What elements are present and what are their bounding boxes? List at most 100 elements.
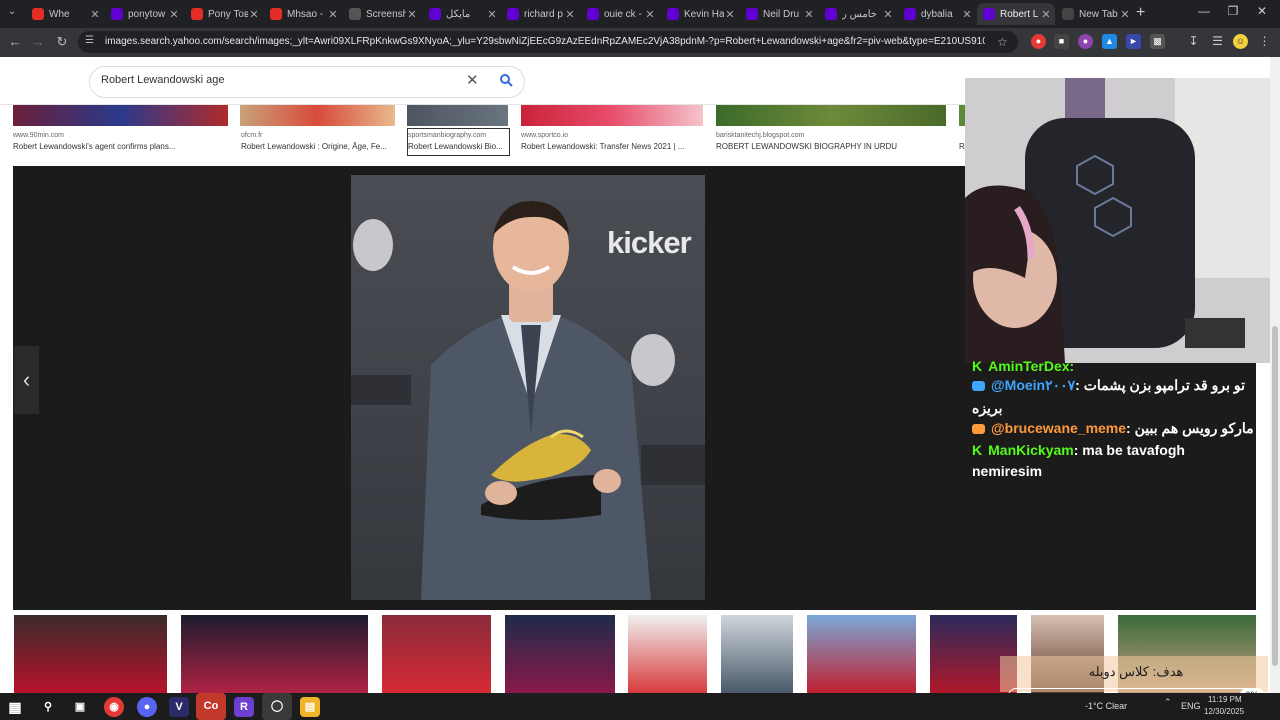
result-thumbnail[interactable] — [13, 105, 228, 126]
result-source[interactable]: sportsmanbiography.com — [408, 132, 486, 139]
taskbar-app-co-icon[interactable]: Co — [196, 693, 226, 720]
taskbar-app-r-icon[interactable]: R — [234, 697, 254, 717]
stream-goal-text: هدف: کلاس دوبله — [1088, 664, 1184, 679]
close-tab-icon[interactable]: ✕ — [248, 8, 260, 21]
taskbar-discord-icon[interactable]: ● — [137, 697, 157, 717]
result-thumbnail[interactable] — [407, 105, 508, 126]
clear-search-icon[interactable]: ✕ — [466, 71, 479, 89]
taskbar-app-red-icon[interactable]: ◉ — [104, 697, 124, 717]
site-info-icon[interactable]: ☰ — [85, 35, 97, 47]
forward-icon[interactable]: → — [30, 34, 46, 50]
related-image-thumbnail[interactable] — [382, 615, 491, 693]
reload-icon[interactable]: ↻ — [54, 34, 70, 50]
bookmark-star-icon[interactable]: ☆ — [997, 35, 1008, 49]
yahoo-icon — [111, 8, 123, 20]
start-windows-icon[interactable]: ▦ — [5, 697, 25, 717]
close-tab-icon[interactable]: ✕ — [882, 8, 894, 21]
related-image-thumbnail[interactable] — [14, 615, 167, 693]
yahoo-icon — [983, 8, 995, 20]
previous-image-button[interactable]: ‹ — [14, 346, 39, 414]
close-tab-icon[interactable]: ✕ — [486, 8, 498, 21]
close-tab-icon[interactable]: ✕ — [327, 8, 339, 21]
download-icon[interactable]: ↧ — [1186, 34, 1201, 49]
close-tab-icon[interactable]: ✕ — [1119, 8, 1131, 21]
input-language[interactable]: ENG — [1181, 701, 1201, 711]
close-tab-icon[interactable]: ✕ — [644, 8, 656, 21]
close-tab-icon[interactable]: ✕ — [803, 8, 815, 21]
media-icon[interactable]: ☰ — [1210, 34, 1225, 49]
result-caption[interactable]: ROBERT LEWANDOWSKI BIOGRAPHY IN URDU — [716, 142, 946, 151]
related-image-thumbnail[interactable] — [181, 615, 368, 693]
weather-widget[interactable]: -1°C Clear — [1085, 701, 1127, 711]
close-tab-icon[interactable]: ✕ — [89, 8, 101, 21]
close-tab-icon[interactable]: ✕ — [724, 8, 736, 21]
extension-blue-icon[interactable]: ▲ — [1102, 34, 1117, 49]
tab-label: New Tab — [1079, 8, 1118, 20]
close-tab-icon[interactable]: ✕ — [168, 8, 180, 21]
search-input[interactable]: Robert Lewandowski age — [101, 74, 225, 86]
close-window-icon[interactable]: ✕ — [1252, 4, 1272, 18]
taskbar-search-icon[interactable]: ⚲ — [38, 697, 58, 717]
chat-text: : مارکو رویس هم ببین — [1126, 420, 1254, 436]
extensions-puzzle-icon[interactable]: ▩ — [1150, 34, 1165, 49]
close-tab-icon[interactable]: ✕ — [961, 8, 973, 21]
result-caption[interactable]: Robert Lewandowski Bio... — [408, 142, 508, 151]
related-image-thumbnail[interactable] — [628, 615, 707, 693]
tab-item[interactable]: خامس ر ✕ — [819, 3, 897, 25]
browser-menu-icon[interactable]: ⋮ — [1257, 34, 1272, 49]
tab-item[interactable]: Neil Dru ✕ — [740, 3, 818, 25]
result-source[interactable]: www.sportco.io — [521, 132, 568, 139]
related-image-thumbnail[interactable] — [807, 615, 916, 693]
result-caption[interactable]: Robert Lewandowski: Transfer News 2021 |… — [521, 142, 706, 151]
result-thumbnail[interactable] — [521, 105, 703, 126]
result-caption[interactable]: Robert Lewandowski : Origine, Âge, Fe... — [241, 142, 401, 151]
task-view-icon[interactable]: ▣ — [70, 697, 90, 717]
tab-item[interactable]: Screensh ✕ — [343, 3, 421, 25]
taskbar-file-explorer-icon[interactable]: ▤ — [300, 697, 320, 717]
tab-item[interactable]: مایکل ✕ — [423, 3, 501, 25]
url-text[interactable]: images.search.yahoo.com/search/images;_y… — [105, 36, 985, 47]
close-tab-icon[interactable]: ✕ — [406, 8, 418, 21]
back-icon[interactable]: ← — [7, 34, 23, 50]
yahoo-icon — [825, 8, 837, 20]
minimize-icon[interactable]: — — [1194, 4, 1214, 18]
scrollbar-thumb[interactable] — [1272, 326, 1278, 666]
result-thumbnail[interactable] — [240, 105, 395, 126]
tab-item[interactable]: Mhsao - ✕ — [264, 3, 342, 25]
taskbar-app-v-icon[interactable]: V — [169, 697, 189, 717]
extension-mcafee-icon[interactable]: ■ — [1054, 34, 1069, 49]
tab-label: خامس ر — [842, 8, 877, 20]
result-source[interactable]: www.90min.com — [13, 132, 64, 139]
result-thumbnail[interactable] — [716, 105, 946, 126]
tab-item[interactable]: ponytow ✕ — [105, 3, 183, 25]
result-caption[interactable]: Robert Lewandowski's agent confirms plan… — [13, 142, 228, 151]
tab-active[interactable]: Robert L ✕ — [977, 3, 1055, 25]
taskbar-chrome-icon[interactable]: ◯ — [262, 693, 292, 720]
tab-item[interactable]: Kevin Ha ✕ — [661, 3, 739, 25]
extension-audio-icon[interactable]: ► — [1126, 34, 1141, 49]
taskbar-date[interactable]: 12/30/2025 — [1204, 707, 1244, 716]
chat-username: @Moein۲۰۰۷ — [991, 377, 1076, 393]
related-image-thumbnail[interactable] — [721, 615, 793, 693]
tab-item[interactable]: dybalia ✕ — [898, 3, 976, 25]
main-image[interactable]: kicker — [351, 175, 705, 600]
close-tab-icon[interactable]: ✕ — [564, 8, 576, 21]
maximize-icon[interactable]: ❐ — [1223, 4, 1243, 18]
tab-item[interactable]: Whe ✕ — [26, 3, 104, 25]
result-source[interactable]: ofcm.fr — [241, 132, 262, 139]
taskbar-time[interactable]: 11:19 PM — [1208, 695, 1242, 704]
extension-purple-icon[interactable]: ● — [1078, 34, 1093, 49]
tab-item[interactable]: Pony Toв ✕ — [185, 3, 263, 25]
tray-chevron-icon[interactable]: ⌃ — [1164, 697, 1172, 708]
related-image-thumbnail[interactable] — [505, 615, 615, 693]
profile-avatar[interactable]: ☺ — [1233, 34, 1248, 49]
result-source[interactable]: barisktanitechj.blogspot.com — [716, 132, 804, 139]
tab-search-icon[interactable]: ⌄ — [4, 6, 20, 22]
extension-red-icon[interactable]: ● — [1031, 34, 1046, 49]
tab-item[interactable]: richard p ✕ — [501, 3, 579, 25]
tab-item[interactable]: ouie ck - ✕ — [581, 3, 659, 25]
close-tab-icon[interactable]: ✕ — [1040, 8, 1052, 21]
search-icon[interactable] — [499, 73, 513, 87]
tab-item[interactable]: New Tab ✕ — [1056, 3, 1134, 25]
new-tab-button[interactable]: + — [1136, 4, 1145, 22]
